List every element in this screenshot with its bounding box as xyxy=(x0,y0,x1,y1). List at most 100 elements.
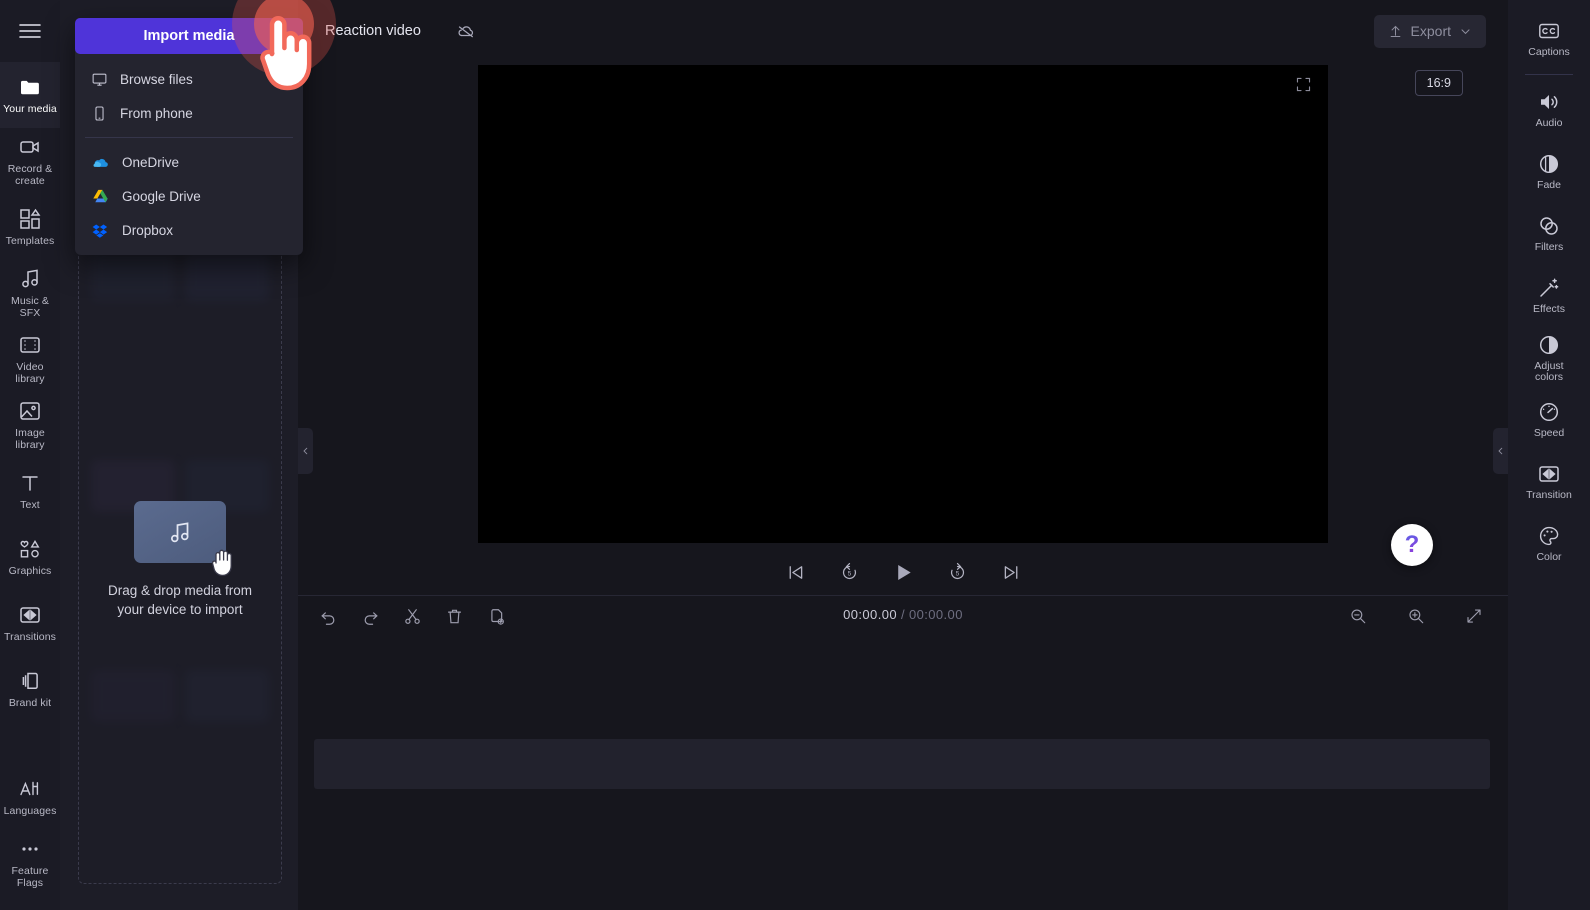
magic-wand-icon xyxy=(1537,276,1561,300)
left-sidebar: Your media Record & create Templates Mus… xyxy=(0,0,60,910)
video-preview-canvas[interactable] xyxy=(478,65,1328,543)
dropdown-item-label: Google Drive xyxy=(122,189,201,204)
magnifier-minus-icon xyxy=(1349,607,1367,625)
sidebar-item-label: Adjust colors xyxy=(1534,361,1563,384)
fullscreen-button[interactable] xyxy=(1288,69,1318,99)
rewind-5s-button[interactable]: 5 xyxy=(834,558,864,588)
sidebar-item-audio[interactable]: Audio xyxy=(1508,79,1590,141)
sidebar-item-text[interactable]: Text xyxy=(0,458,60,524)
sidebar-item-captions[interactable]: Captions xyxy=(1508,8,1590,70)
sidebar-item-label: Speed xyxy=(1534,428,1564,440)
clipchamp-editor-window: Your media Record & create Templates Mus… xyxy=(0,0,1590,910)
sidebar-item-transition[interactable]: Transition xyxy=(1508,451,1590,513)
forward-5s-button[interactable]: 5 xyxy=(942,558,972,588)
sidebar-separator xyxy=(1525,74,1573,75)
skip-to-start-button[interactable] xyxy=(780,558,810,588)
sidebar-item-your-media[interactable]: Your media xyxy=(0,62,60,128)
transition-icon xyxy=(1537,462,1561,486)
skip-to-end-button[interactable] xyxy=(996,558,1026,588)
dropdown-item-google-drive[interactable]: Google Drive xyxy=(75,179,303,213)
folder-icon xyxy=(18,75,42,99)
sidebar-item-label: Transitions xyxy=(4,632,56,644)
skip-next-icon xyxy=(1001,562,1022,583)
monitor-icon xyxy=(91,71,108,88)
dropdown-item-label: Browse files xyxy=(120,72,193,87)
cloud-off-icon[interactable] xyxy=(455,21,477,41)
dropdown-item-dropbox[interactable]: Dropbox xyxy=(75,213,303,247)
fit-timeline-button[interactable] xyxy=(1458,600,1490,632)
help-button[interactable]: ? xyxy=(1391,524,1433,566)
sidebar-item-label: Image library xyxy=(15,428,45,451)
sidebar-item-image-library[interactable]: Image library xyxy=(0,392,60,458)
film-strip-icon xyxy=(18,333,42,357)
dropdown-item-from-phone[interactable]: From phone xyxy=(75,96,303,130)
import-media-dropdown: Import media Browse files From phone xyxy=(75,18,303,255)
sidebar-item-graphics[interactable]: Graphics xyxy=(0,524,60,590)
aspect-ratio-badge[interactable]: 16:9 xyxy=(1415,70,1463,96)
sidebar-item-video-library[interactable]: Video library xyxy=(0,326,60,392)
export-button[interactable]: Export xyxy=(1374,15,1486,48)
forward-5-icon: 5 xyxy=(947,562,968,583)
sidebar-item-label: Brand kit xyxy=(9,698,51,710)
speaker-icon xyxy=(1537,90,1561,114)
sidebar-item-transitions[interactable]: Transitions xyxy=(0,590,60,656)
dropdown-item-browse-files[interactable]: Browse files xyxy=(75,62,303,96)
sidebar-item-speed[interactable]: Speed xyxy=(1508,389,1590,451)
transition-icon xyxy=(18,603,42,627)
fade-icon xyxy=(1537,152,1561,176)
dropdown-item-label: From phone xyxy=(120,106,193,121)
upload-arrow-icon xyxy=(1388,24,1403,39)
sidebar-item-label: Feature Flags xyxy=(12,866,49,889)
sidebar-item-effects[interactable]: Effects xyxy=(1508,265,1590,327)
sidebar-item-fade[interactable]: Fade xyxy=(1508,141,1590,203)
player-controls: 5 5 xyxy=(298,550,1508,595)
sidebar-item-brand-kit[interactable]: Brand kit xyxy=(0,656,60,722)
media-dropzone[interactable]: Drag & drop media from your device to im… xyxy=(78,236,282,884)
ghost-thumbnail xyxy=(91,670,175,722)
sidebar-item-label: Your media xyxy=(3,104,57,116)
collapse-right-panel-button[interactable] xyxy=(1493,428,1508,474)
palette-icon xyxy=(1537,524,1561,548)
rewind-5-icon: 5 xyxy=(839,562,860,583)
timeline-empty-track[interactable] xyxy=(314,739,1490,789)
chevron-left-icon xyxy=(301,444,310,458)
timecode-display: 00:00.00 / 00:00.00 xyxy=(298,607,1508,622)
sidebar-item-music-sfx[interactable]: Music & SFX xyxy=(0,260,60,326)
collapse-left-panel-button[interactable] xyxy=(298,428,313,474)
sidebar-item-templates[interactable]: Templates xyxy=(0,194,60,260)
project-title[interactable]: Reaction video xyxy=(325,23,421,39)
sidebar-item-languages[interactable]: Languages xyxy=(0,764,60,830)
zoom-out-button[interactable] xyxy=(1342,600,1374,632)
sidebar-item-feature-flags[interactable]: Feature Flags xyxy=(0,830,60,896)
video-camera-icon xyxy=(18,135,42,159)
top-bar: Reaction video Export xyxy=(298,0,1508,62)
dropdown-item-onedrive[interactable]: OneDrive xyxy=(75,145,303,179)
sidebar-item-filters[interactable]: Filters xyxy=(1508,203,1590,265)
sidebar-item-label: Color xyxy=(1536,552,1561,564)
preview-area: 16:9 5 5 xyxy=(298,62,1508,595)
sidebar-item-label: Effects xyxy=(1533,304,1565,316)
skip-previous-icon xyxy=(785,562,806,583)
sidebar-item-color[interactable]: Color xyxy=(1508,513,1590,575)
graphics-shapes-icon xyxy=(18,537,42,561)
sidebar-item-label: Fade xyxy=(1537,180,1561,192)
play-button[interactable] xyxy=(888,558,918,588)
ghost-thumbnail xyxy=(185,249,269,301)
sidebar-item-label: Video library xyxy=(2,362,58,385)
templates-icon xyxy=(18,207,42,231)
languages-icon xyxy=(18,777,42,801)
timeline-toolbar: 00:00.00 / 00:00.00 xyxy=(298,596,1508,637)
import-media-button[interactable]: Import media xyxy=(75,18,303,54)
menu-hamburger-button[interactable] xyxy=(0,0,60,62)
speedometer-icon xyxy=(1537,400,1561,424)
text-icon xyxy=(18,471,42,495)
current-time: 00:00.00 xyxy=(843,607,897,622)
sidebar-item-adjust-colors[interactable]: Adjust colors xyxy=(1508,327,1590,389)
dropzone-media-card xyxy=(134,501,226,563)
zoom-in-button[interactable] xyxy=(1400,600,1432,632)
media-panel: Drag & drop media from your device to im… xyxy=(60,0,298,910)
expand-diagonal-icon xyxy=(1465,607,1483,625)
chevron-left-icon xyxy=(1496,444,1505,458)
sidebar-item-record-create[interactable]: Record & create xyxy=(0,128,60,194)
timeline-track-area[interactable] xyxy=(298,637,1508,910)
